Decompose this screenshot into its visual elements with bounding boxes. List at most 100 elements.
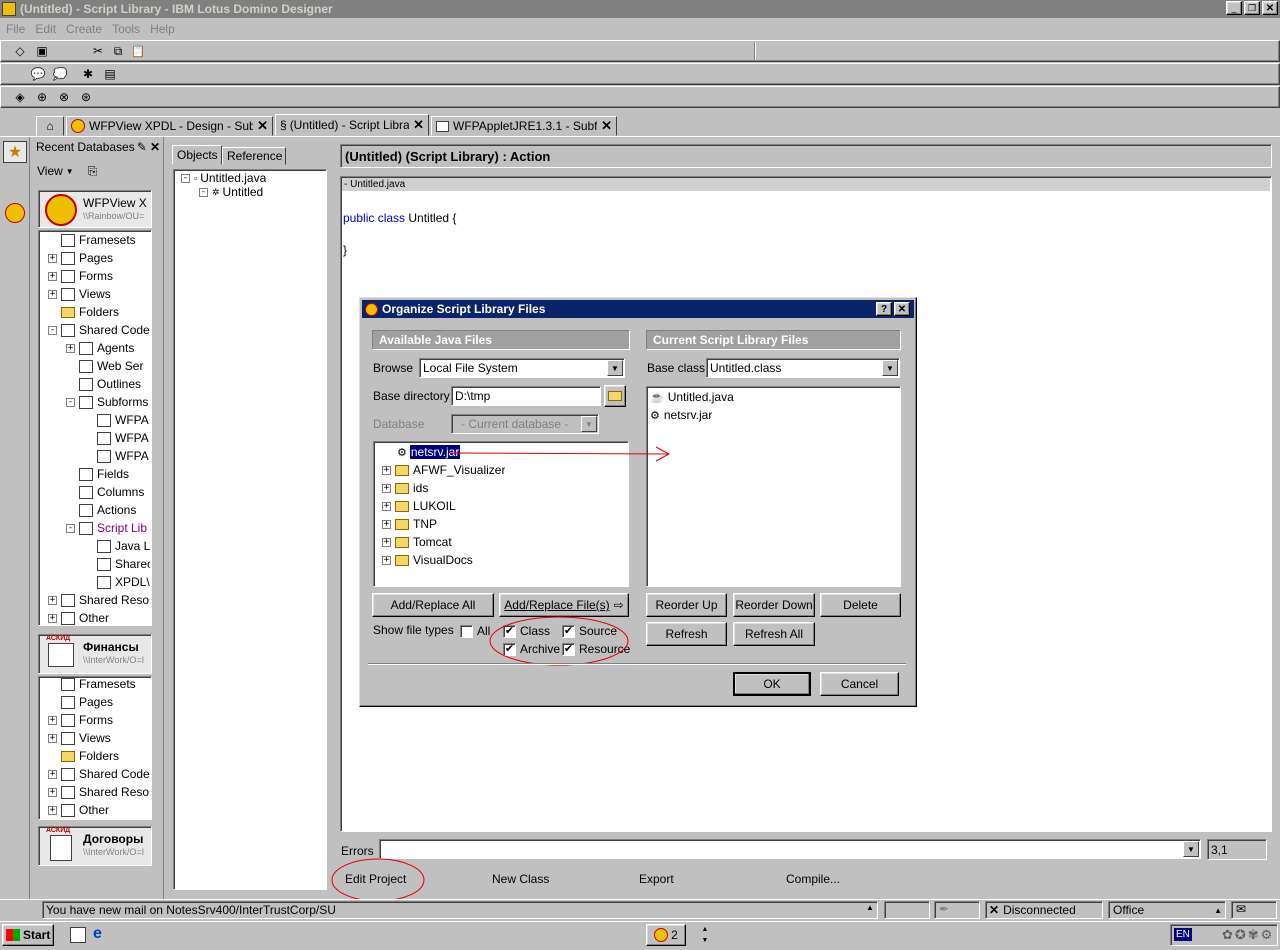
available-file-item[interactable]: + TNP <box>382 515 437 533</box>
export-button[interactable]: Export <box>639 872 674 886</box>
expand-icon[interactable]: - <box>48 325 57 335</box>
copy-icon[interactable]: ⧉ <box>108 41 128 61</box>
paste-icon[interactable]: 📋 <box>128 41 148 61</box>
available-file-item[interactable]: + ids <box>382 479 428 497</box>
expand-icon[interactable]: + <box>48 289 57 299</box>
current-file-untitled-java[interactable]: ☕ Untitled.java <box>650 388 734 406</box>
collapse-icon[interactable]: - <box>181 173 190 183</box>
chevron-down-icon[interactable]: ▼ <box>882 360 898 376</box>
menu-edit[interactable]: Edit <box>35 22 56 36</box>
browse-folder-button[interactable] <box>604 385 626 407</box>
expand-icon[interactable]: - <box>66 523 75 533</box>
expand-icon[interactable]: + <box>48 769 57 779</box>
refresh-button[interactable]: Refresh <box>646 622 727 646</box>
db1-item[interactable]: + Views <box>48 285 150 303</box>
expand-icon[interactable]: + <box>382 483 391 493</box>
expand-icon[interactable]: + <box>48 271 57 281</box>
delete-button[interactable]: Delete <box>820 593 901 617</box>
location-status[interactable]: Office ▲ <box>1108 901 1226 919</box>
help-button[interactable]: ? <box>876 302 892 316</box>
quicklaunch-desktop-icon[interactable] <box>70 927 86 943</box>
expand-icon[interactable]: + <box>382 465 391 475</box>
db1-item[interactable]: Sharec <box>84 555 150 573</box>
expand-icon[interactable]: + <box>48 805 57 815</box>
notes-task-button[interactable]: 2 <box>646 924 686 946</box>
all-checkbox-box[interactable] <box>460 625 473 639</box>
expand-icon[interactable]: + <box>382 555 391 565</box>
db1-item[interactable]: + Agents <box>66 339 150 357</box>
reorder-down-button[interactable]: Reorder Down <box>733 593 815 617</box>
expand-icon[interactable]: + <box>382 501 391 511</box>
db1-item[interactable]: Fields <box>66 465 150 483</box>
db1-item[interactable]: - Subforms <box>66 393 150 411</box>
taskbar-spinner[interactable]: ▲ ▼ <box>697 924 713 946</box>
available-file-item[interactable]: + VisualDocs <box>382 551 473 569</box>
browse-select[interactable]: Local File System ▼ <box>419 358 625 378</box>
inbox-status[interactable]: ✉ <box>1231 901 1277 919</box>
collapse-icon[interactable]: - <box>199 187 208 197</box>
home-tab[interactable]: ⌂ <box>36 116 64 136</box>
db1-item[interactable]: WFPA <box>84 411 150 429</box>
reorder-up-button[interactable]: Reorder Up <box>646 593 727 617</box>
expand-icon[interactable]: - <box>66 397 75 407</box>
tab-wfpview[interactable]: WFPView XPDL - Design - Subfo... ✕ <box>66 116 273 136</box>
expand-icon[interactable]: + <box>48 733 57 743</box>
tab-script-library[interactable]: § (Untitled) - Script Library ✕ <box>275 114 429 136</box>
new-folder-icon[interactable]: ⎘ <box>88 164 98 179</box>
current-file-netsrv-jar[interactable]: ⚙ netsrv.jar <box>650 406 712 424</box>
base-directory-input[interactable]: D:\tmp <box>451 386 601 406</box>
expand-icon[interactable]: + <box>48 253 57 263</box>
menu-create[interactable]: Create <box>66 22 102 36</box>
navigate-icon[interactable]: ◈ <box>10 87 30 107</box>
status-pane-icon[interactable]: ✒ <box>934 901 980 919</box>
lotus-bookmark-icon[interactable] <box>5 203 25 223</box>
add-replace-files-button[interactable]: Add/Replace File(s) ⇨ <box>499 593 629 617</box>
file-tab[interactable]: - Untitled.java <box>342 178 1270 191</box>
connection-status[interactable]: ✕ Disconnected <box>985 901 1103 919</box>
tools-icon[interactable]: ✱ <box>78 64 98 84</box>
tab-wfpapplet[interactable]: WFPAppletJRE1.3.1 - Subform ✕ <box>431 116 617 136</box>
cancel-button[interactable]: Cancel <box>820 672 899 696</box>
db1-item[interactable]: Columns <box>66 483 150 501</box>
db1-item[interactable]: + Pages <box>48 249 150 267</box>
db2-item[interactable]: + Forms <box>48 711 150 729</box>
expand-icon[interactable]: + <box>48 595 57 605</box>
db1-item[interactable]: Framesets <box>48 231 150 249</box>
tab-objects[interactable]: Objects <box>172 145 222 165</box>
expand-icon[interactable]: + <box>48 613 57 623</box>
db1-item[interactable]: Web Ser <box>66 357 150 375</box>
menu-tools[interactable]: Tools <box>112 22 140 36</box>
document-icon[interactable]: ▤ <box>100 64 120 84</box>
db1-item[interactable]: Actions <box>66 501 150 519</box>
db2-item[interactable]: + Shared Code <box>48 765 150 783</box>
refresh-all-button[interactable]: Refresh All <box>733 622 815 646</box>
expand-icon[interactable]: + <box>48 715 57 725</box>
menu-file[interactable]: File <box>6 22 25 36</box>
db1-item[interactable]: Folders <box>48 303 150 321</box>
panel-close-icon[interactable]: ✕ <box>150 140 160 154</box>
add-replace-all-button[interactable]: Add/Replace All <box>372 593 494 617</box>
available-file-item[interactable]: + LUKOIL <box>382 497 456 515</box>
start-button[interactable]: Start <box>2 924 54 946</box>
close-button[interactable]: ✕ <box>1262 1 1278 15</box>
tab-close-icon[interactable]: ✕ <box>257 118 268 134</box>
expand-icon[interactable]: + <box>382 537 391 547</box>
available-file-item[interactable]: + Tomcat <box>382 533 452 551</box>
lotus-2-icon[interactable]: ⊗ <box>54 87 74 107</box>
status-pane-empty[interactable] <box>884 901 930 919</box>
minimize-button[interactable]: _ <box>1226 1 1242 15</box>
object-untitled[interactable]: - ✲ Untitled <box>199 183 263 201</box>
expand-icon[interactable]: + <box>66 343 75 353</box>
chevron-down-icon[interactable]: ▼ <box>607 360 623 376</box>
db2-item[interactable]: + Shared Reso <box>48 783 150 801</box>
db1-item[interactable]: + Forms <box>48 267 150 285</box>
db2-item[interactable]: + Other <box>48 801 150 819</box>
db2-item[interactable]: Folders <box>48 747 150 765</box>
maximize-button[interactable]: ❐ <box>1244 1 1260 15</box>
lotus-icon[interactable]: ⊕ <box>32 87 52 107</box>
db1-item[interactable]: Outlines <box>66 375 150 393</box>
dialog-close-button[interactable]: ✕ <box>894 302 910 316</box>
view-menu[interactable]: View ▼ ⎘ <box>37 162 97 180</box>
base-class-select[interactable]: Untitled.class ▼ <box>706 358 900 378</box>
comments-icon[interactable]: 💭 <box>50 64 70 84</box>
